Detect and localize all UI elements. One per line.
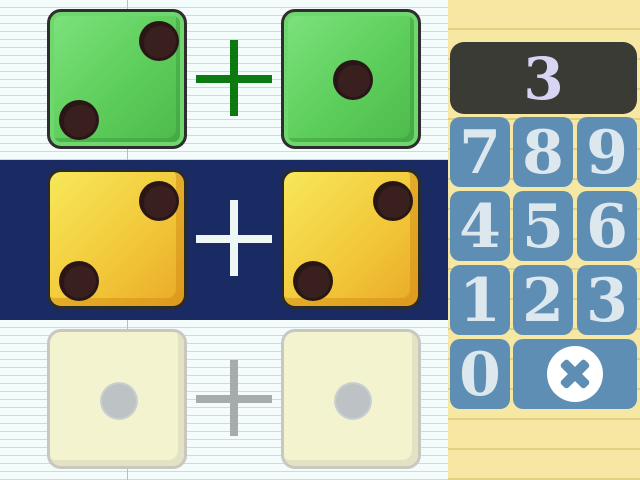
key-8[interactable]: 8 — [513, 117, 573, 188]
key-5[interactable]: 5 — [513, 191, 573, 262]
die-right — [281, 329, 421, 469]
plus-icon — [196, 40, 276, 120]
play-area — [0, 0, 448, 480]
pip — [376, 184, 410, 218]
key-0[interactable]: 0 — [450, 339, 510, 410]
clear-icon — [547, 346, 603, 402]
key-3[interactable]: 3 — [577, 265, 637, 336]
problem-row-active — [0, 160, 448, 320]
problem-row-upcoming — [0, 320, 448, 480]
key-7[interactable]: 7 — [450, 117, 510, 188]
plus-icon — [196, 360, 276, 440]
pip — [296, 264, 330, 298]
key-9[interactable]: 9 — [577, 117, 637, 188]
answer-display: 3 — [450, 42, 637, 114]
problem-row-answered — [0, 0, 448, 160]
clear-button[interactable] — [513, 339, 637, 409]
die-left — [47, 169, 187, 309]
die-left — [47, 329, 187, 469]
die-right — [281, 169, 421, 309]
key-4[interactable]: 4 — [450, 191, 510, 262]
pip — [102, 384, 136, 418]
key-2[interactable]: 2 — [513, 265, 573, 336]
key-6[interactable]: 6 — [577, 191, 637, 262]
key-1[interactable]: 1 — [450, 265, 510, 336]
pip — [336, 384, 370, 418]
die-right — [281, 9, 421, 149]
keypad-panel: 3 7 8 9 4 5 6 1 2 3 0 — [448, 0, 640, 480]
die-left — [47, 9, 187, 149]
pip — [142, 184, 176, 218]
pip — [336, 63, 370, 97]
plus-icon — [196, 200, 276, 280]
pip — [62, 103, 96, 137]
pip — [142, 24, 176, 58]
pip — [62, 264, 96, 298]
